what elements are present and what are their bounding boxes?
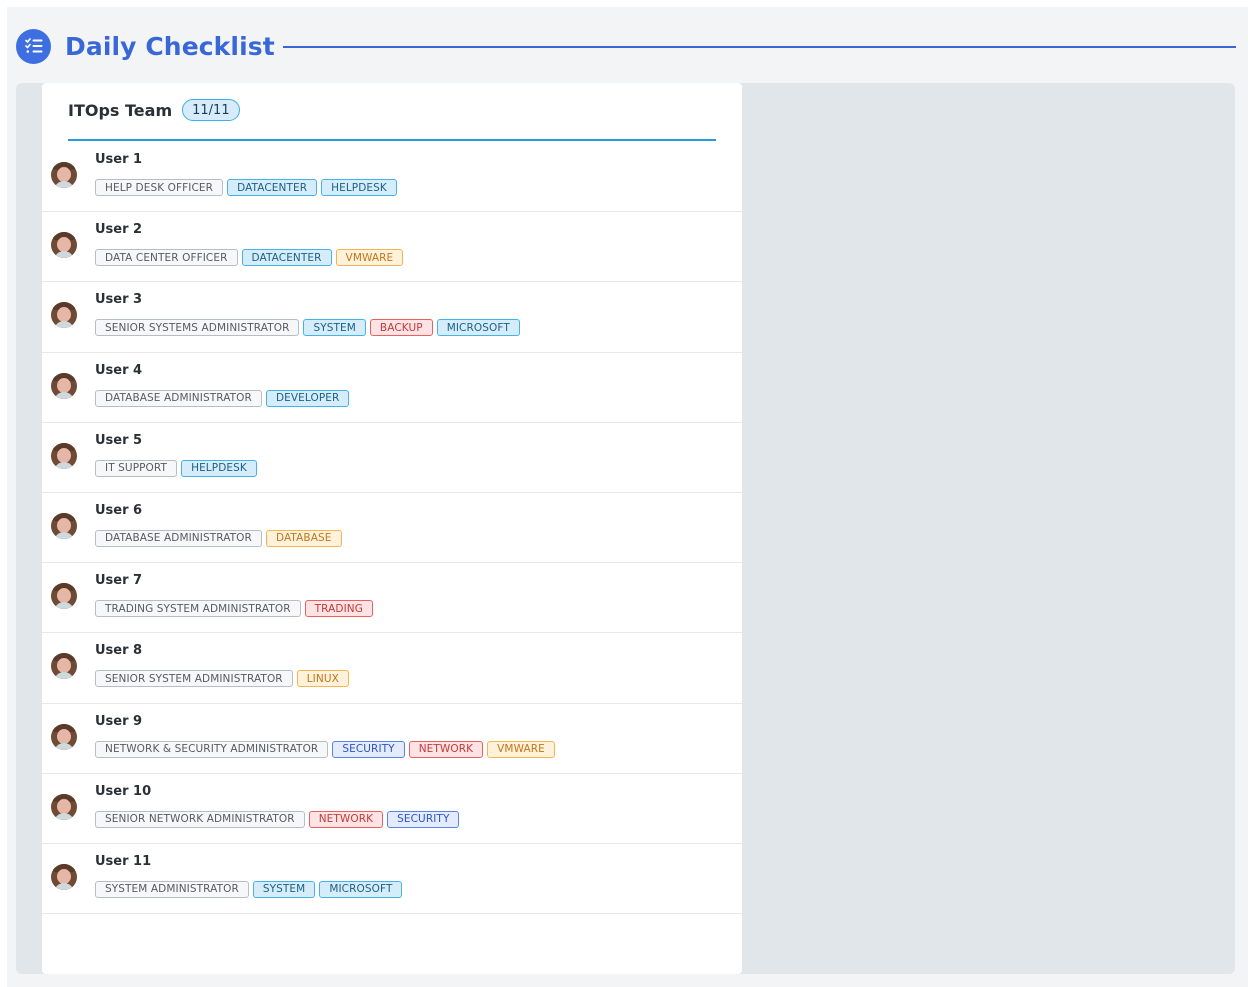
avatar xyxy=(51,793,77,820)
skill-tag: MICROSOFT xyxy=(436,319,520,337)
skill-tag: MICROSOFT xyxy=(319,880,403,898)
header-divider xyxy=(282,46,1236,48)
skill-tag: DATACENTER xyxy=(227,179,318,196)
tag-group: SYSTEM ADMINISTRATOR SYSTEM MICROSOFT xyxy=(95,880,403,898)
tag-group: SENIOR SYSTEMS ADMINISTRATOR SYSTEM BACKUP… xyxy=(95,319,520,337)
skill-tag: TRADING xyxy=(304,600,373,618)
tag-group: DATABASE ADMINISTRATOR DEVELOPER xyxy=(95,389,350,407)
tag-group: TRADING SYSTEM ADMINISTRATOR TRADING xyxy=(95,600,373,618)
list-item[interactable]: User 6 DATABASE ADMINISTRATOR DATABASE xyxy=(42,493,742,564)
role-badge: IT SUPPORT xyxy=(95,459,178,477)
skill-tag: VMWARE xyxy=(487,740,555,758)
avatar xyxy=(51,442,77,469)
user-name: User 6 xyxy=(95,502,143,518)
role-badge: SYSTEM ADMINISTRATOR xyxy=(95,880,249,898)
role-badge: SENIOR SYSTEM ADMINISTRATOR xyxy=(95,670,293,688)
tag-group: HELP DESK OFFICER DATACENTER HELPDESK xyxy=(95,179,397,196)
avatar xyxy=(51,583,77,610)
list-item[interactable]: User 4 DATABASE ADMINISTRATOR DEVELOPER xyxy=(42,353,742,423)
checklist-icon xyxy=(16,28,51,64)
team-name: ITOps Team xyxy=(68,100,173,120)
list-item[interactable]: User 8 SENIOR SYSTEM ADMINISTRATOR LINUX xyxy=(42,633,742,704)
user-name: User 4 xyxy=(95,362,143,378)
role-badge: DATABASE ADMINISTRATOR xyxy=(95,389,262,407)
avatar xyxy=(51,653,77,680)
avatar xyxy=(51,162,77,188)
list-item[interactable]: User 1 HELP DESK OFFICER DATACENTER HELPDES… xyxy=(42,142,742,213)
skill-tag: SECURITY xyxy=(332,740,405,758)
list-item[interactable]: User 7 TRADING SYSTEM ADMINISTRATOR TRADIN… xyxy=(42,563,742,634)
user-name: User 1 xyxy=(95,152,143,167)
avatar xyxy=(51,723,77,750)
tag-group: DATABASE ADMINISTRATOR DATABASE xyxy=(95,529,342,547)
avatar xyxy=(51,232,77,259)
role-badge: DATA CENTER OFFICER xyxy=(95,249,238,267)
team-header: ITOps Team 11/11 xyxy=(68,99,240,121)
user-name: User 7 xyxy=(95,573,143,589)
user-name: User 11 xyxy=(95,853,152,869)
user-name: User 5 xyxy=(95,432,143,448)
role-badge: SENIOR SYSTEMS ADMINISTRATOR xyxy=(95,319,300,337)
team-card: ITOps Team 11/11 User 1 HELP DESK OFFICER… xyxy=(42,83,742,974)
user-name: User 9 xyxy=(95,713,143,729)
skill-tag: SYSTEM xyxy=(303,319,366,337)
skill-tag: LINUX xyxy=(296,670,349,688)
list-item[interactable]: User 2 DATA CENTER OFFICER DATACENTER VMWAR… xyxy=(42,212,742,283)
skill-tag: HELPDESK xyxy=(321,179,397,196)
skill-tag: VMWARE xyxy=(335,249,404,267)
tag-group: NETWORK & SECURITY ADMINISTRATOR SECURITY… xyxy=(95,740,555,758)
user-name: User 8 xyxy=(95,643,143,659)
skill-tag: NETWORK xyxy=(408,740,484,758)
avatar xyxy=(51,863,77,890)
skill-tag: DEVELOPER xyxy=(265,389,350,407)
skill-tag: BACKUP xyxy=(369,319,433,337)
list-item[interactable]: User 11 SYSTEM ADMINISTRATOR SYSTEM MICROSO… xyxy=(42,844,742,915)
skill-tag: DATABASE xyxy=(265,529,342,547)
role-badge: DATABASE ADMINISTRATOR xyxy=(95,529,262,547)
list-item[interactable]: User 3 SENIOR SYSTEMS ADMINISTRATOR SYSTEM… xyxy=(42,282,742,353)
list-item[interactable]: User 9 NETWORK & SECURITY ADMINISTRATOR SE… xyxy=(42,704,742,774)
team-divider xyxy=(68,139,716,141)
role-badge: HELP DESK OFFICER xyxy=(95,179,224,196)
page-title: Daily Checklist xyxy=(65,31,275,61)
user-name: User 3 xyxy=(95,292,143,308)
role-badge: NETWORK & SECURITY ADMINISTRATOR xyxy=(95,740,329,758)
user-list: User 1 HELP DESK OFFICER DATACENTER HELPDES… xyxy=(42,142,742,915)
skill-tag: NETWORK xyxy=(308,810,384,828)
skill-tag: SYSTEM xyxy=(252,880,316,898)
skill-tag: DATACENTER xyxy=(241,249,332,267)
avatar xyxy=(51,302,77,329)
list-item[interactable]: User 10 SENIOR NETWORK ADMINISTRATOR NETWO… xyxy=(42,774,742,844)
user-name: User 2 xyxy=(95,222,143,238)
list-item[interactable]: User 5 IT SUPPORT HELPDESK xyxy=(42,423,742,493)
avatar xyxy=(51,512,77,539)
user-name: User 10 xyxy=(95,783,152,799)
tag-group: IT SUPPORT HELPDESK xyxy=(95,459,257,477)
role-badge: TRADING SYSTEM ADMINISTRATOR xyxy=(95,600,301,618)
avatar xyxy=(51,372,77,399)
skill-tag: HELPDESK xyxy=(181,459,257,477)
tag-group: SENIOR SYSTEM ADMINISTRATOR LINUX xyxy=(95,670,349,688)
page-header: Daily Checklist xyxy=(16,27,1236,65)
completion-count-badge: 11/11 xyxy=(182,99,240,121)
role-badge: SENIOR NETWORK ADMINISTRATOR xyxy=(95,810,305,828)
skill-tag: SECURITY xyxy=(387,810,460,828)
tag-group: DATA CENTER OFFICER DATACENTER VMWARE xyxy=(95,249,404,267)
tag-group: SENIOR NETWORK ADMINISTRATOR NETWORK SECUR… xyxy=(95,810,460,828)
